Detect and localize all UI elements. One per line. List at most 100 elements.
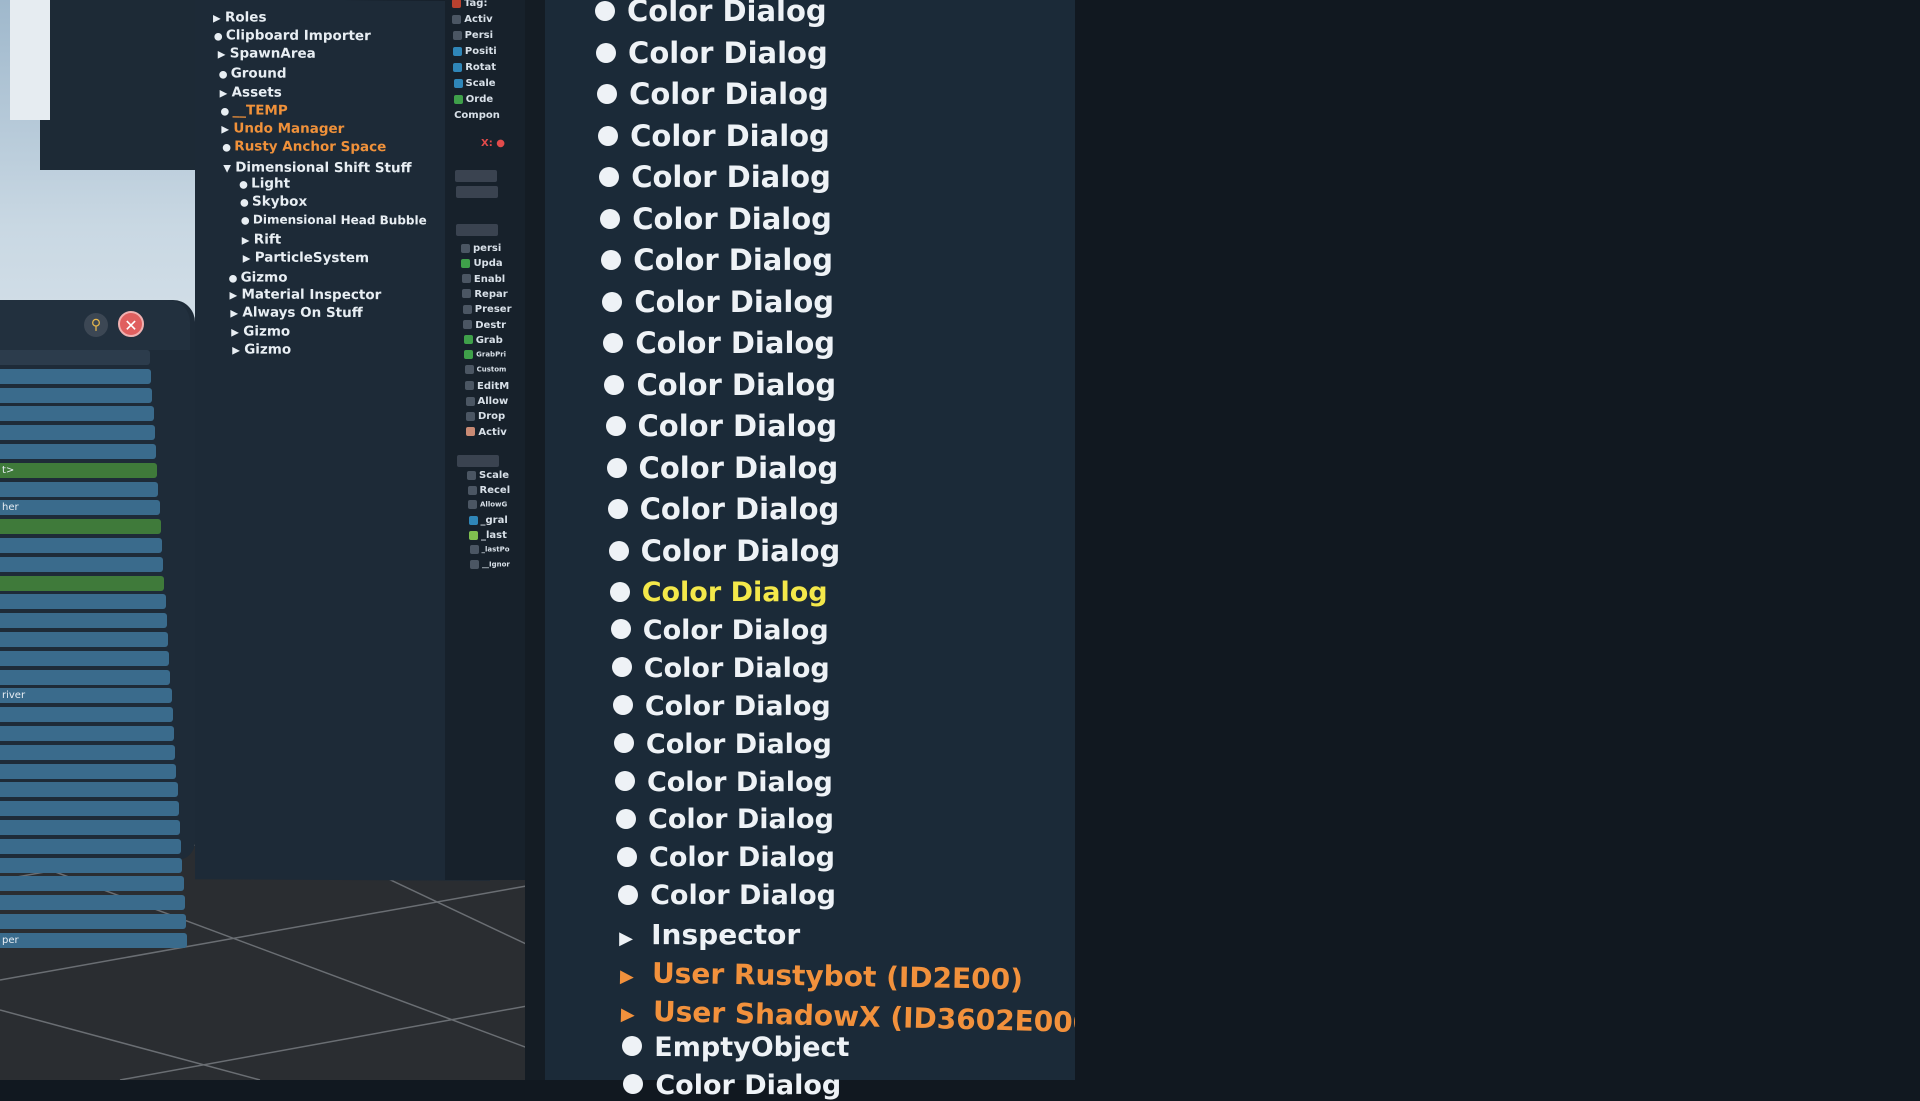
checkbox[interactable]: [464, 365, 474, 375]
side-panel-row[interactable]: [0, 744, 176, 760]
list-item[interactable]: Color Dialog: [604, 368, 836, 402]
list-item[interactable]: EmptyObject: [622, 1032, 849, 1063]
side-panel-row[interactable]: [0, 631, 168, 647]
bullet-icon[interactable]: [623, 1074, 644, 1095]
hierarchy-item[interactable]: ● Light: [239, 175, 290, 192]
side-panel-row[interactable]: [0, 838, 182, 854]
hierarchy-item[interactable]: ▶ Roles: [213, 9, 267, 25]
checkbox[interactable]: [467, 485, 477, 495]
side-panel-row[interactable]: [0, 895, 185, 911]
checkbox[interactable]: [462, 289, 472, 299]
component-field[interactable]: Orde: [453, 94, 493, 105]
side-panel-row[interactable]: [0, 669, 171, 685]
bullet-icon[interactable]: [609, 581, 630, 602]
checkbox[interactable]: [453, 62, 463, 72]
side-panel-row[interactable]: [0, 406, 154, 422]
bullet-icon[interactable]: [613, 733, 634, 754]
list-item[interactable]: Color Dialog: [607, 492, 839, 526]
component-field[interactable]: __Ignor: [470, 560, 510, 569]
list-item[interactable]: Color Dialog: [610, 615, 829, 646]
hierarchy-item[interactable]: ● Skybox: [240, 193, 307, 210]
component-field[interactable]: Destr: [463, 320, 506, 331]
side-panel-row[interactable]: [0, 876, 184, 892]
bullet-icon[interactable]: [604, 374, 625, 395]
list-item[interactable]: Color Dialog: [597, 77, 829, 111]
hierarchy-item[interactable]: ▶ Always On Stuff: [230, 304, 362, 321]
checkbox[interactable]: [453, 78, 463, 88]
list-item[interactable]: Color Dialog: [608, 534, 840, 568]
expand-arrow-icon[interactable]: ▶: [243, 253, 255, 264]
component-field[interactable]: Scale: [467, 470, 509, 481]
expand-arrow-icon[interactable]: ▶: [221, 124, 233, 135]
hierarchy-item[interactable]: ▶ ParticleSystem: [243, 249, 369, 267]
component-field[interactable]: Scale: [453, 78, 496, 89]
bullet-icon[interactable]: ●: [214, 31, 226, 42]
bullet-icon[interactable]: ●: [241, 215, 253, 226]
bullet-icon[interactable]: [597, 84, 618, 104]
expand-arrow-icon[interactable]: ▶: [232, 345, 244, 356]
bullet-icon[interactable]: [616, 808, 636, 829]
checkbox[interactable]: [461, 258, 471, 268]
bullet-icon[interactable]: [602, 291, 623, 312]
component-field[interactable]: _last: [469, 530, 507, 541]
component-button[interactable]: [455, 170, 497, 182]
checkbox[interactable]: [452, 0, 461, 8]
checkbox[interactable]: [470, 560, 479, 569]
bullet-icon[interactable]: [617, 846, 638, 867]
list-item[interactable]: Color Dialog: [606, 451, 838, 485]
component-field[interactable]: Compon: [454, 110, 500, 121]
component-field[interactable]: Rotat: [453, 62, 496, 73]
component-button[interactable]: [455, 186, 498, 198]
side-panel-row[interactable]: per: [0, 932, 188, 948]
expand-arrow-icon[interactable]: ▶: [220, 88, 232, 99]
checkbox[interactable]: [468, 500, 477, 509]
list-item[interactable]: Color Dialog: [614, 767, 833, 798]
list-item[interactable]: Color Dialog: [616, 804, 834, 835]
side-panel-row[interactable]: [0, 913, 186, 929]
hierarchy-item[interactable]: ▶ SpawnArea: [218, 45, 316, 61]
component-field[interactable]: Activ: [452, 14, 493, 25]
component-field[interactable]: GrabPri: [464, 350, 506, 360]
side-panel-row[interactable]: [0, 387, 153, 403]
checkbox[interactable]: [453, 94, 463, 104]
component-field[interactable]: Custom: [464, 365, 506, 375]
checkbox[interactable]: [463, 335, 473, 345]
list-item[interactable]: Color Dialog: [600, 202, 832, 236]
bullet-icon[interactable]: [596, 42, 617, 63]
side-panel-row[interactable]: [0, 819, 180, 835]
bullet-icon[interactable]: [605, 416, 626, 436]
bullet-icon[interactable]: ●: [240, 197, 252, 208]
close-icon[interactable]: ✕: [118, 311, 144, 337]
component-field[interactable]: _lastPo: [469, 545, 510, 554]
side-panel-row[interactable]: t>: [0, 462, 158, 478]
bullet-icon[interactable]: [601, 250, 622, 270]
bullet-icon[interactable]: [622, 1036, 643, 1057]
side-panel-row[interactable]: [0, 725, 174, 741]
list-item[interactable]: Color Dialog: [623, 1070, 841, 1101]
side-panel-row[interactable]: [0, 350, 150, 365]
hierarchy-item[interactable]: ● Dimensional Head Bubble: [241, 212, 427, 228]
bullet-icon[interactable]: [618, 884, 639, 905]
component-field[interactable]: Enabl: [461, 274, 505, 285]
side-panel-row[interactable]: [0, 425, 155, 441]
hierarchy-item[interactable]: ● Ground: [219, 65, 287, 81]
checkbox[interactable]: [462, 304, 472, 314]
bullet-icon[interactable]: [603, 333, 624, 353]
side-panel-row[interactable]: [0, 443, 156, 459]
component-field[interactable]: Preser: [462, 304, 512, 315]
side-panel-row[interactable]: [0, 857, 183, 873]
component-field[interactable]: Activ: [466, 427, 507, 438]
checkbox[interactable]: [452, 14, 462, 24]
side-panel-row[interactable]: her: [0, 500, 160, 516]
list-item[interactable]: Color Dialog: [605, 409, 837, 443]
list-item[interactable]: Color Dialog: [602, 285, 834, 319]
list-item[interactable]: Color Dialog: [617, 842, 835, 873]
side-panel-row[interactable]: [0, 594, 166, 610]
component-field[interactable]: Persi: [452, 30, 493, 41]
side-panel-row[interactable]: [0, 801, 179, 817]
hierarchy-item[interactable]: ▼ Dimensional Shift Stuff: [223, 159, 411, 176]
list-item[interactable]: Color Dialog: [618, 880, 836, 911]
hierarchy-item[interactable]: ▶ Rift: [242, 231, 281, 248]
hierarchy-item[interactable]: ● Rusty Anchor Space: [222, 138, 386, 155]
bullet-icon[interactable]: [600, 208, 621, 229]
